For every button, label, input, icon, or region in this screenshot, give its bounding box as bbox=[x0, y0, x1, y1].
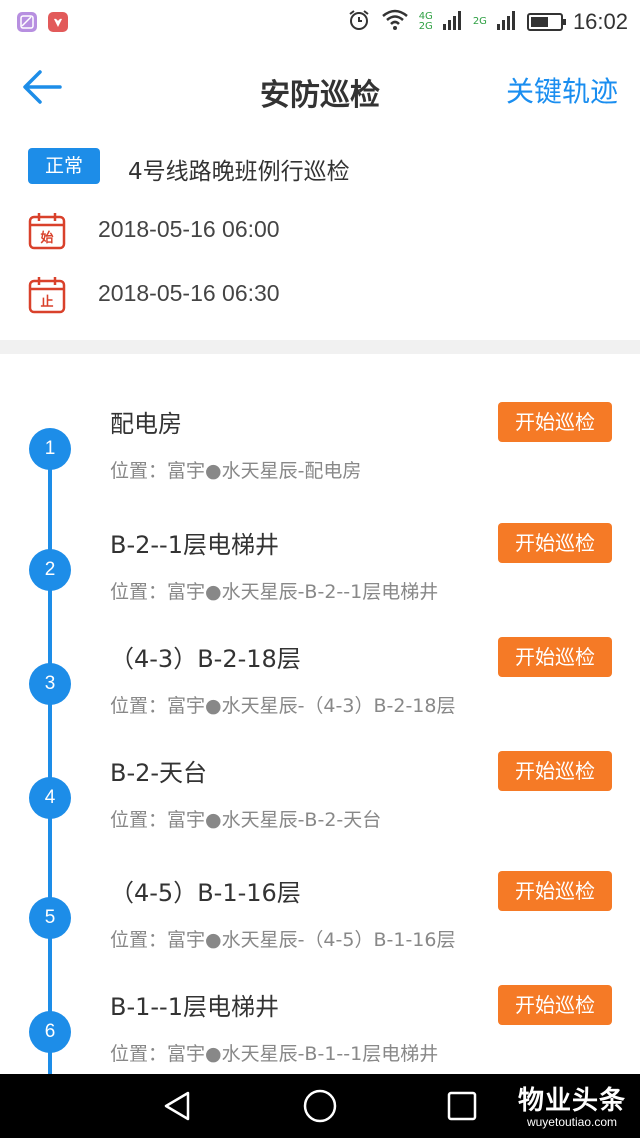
checkpoint-name: B-2--1层电梯井 bbox=[110, 531, 279, 559]
network-label-2g-alt: 2G bbox=[472, 16, 487, 27]
checkpoint-index: 3 bbox=[29, 663, 71, 705]
task-info: 正常 4号线路晚班例行巡检 始 2018-05-16 06:00 止 2018-… bbox=[0, 130, 640, 340]
checkpoint-index: 4 bbox=[29, 777, 71, 819]
checkpoint-location: 位置：富宇●水天星辰-（4-5）B-1-16层 bbox=[110, 929, 456, 951]
nav-back-icon[interactable] bbox=[160, 1088, 196, 1124]
start-inspection-button[interactable]: 开始巡检 bbox=[498, 751, 612, 791]
checkpoint-item: 4 B-2-天台 位置：富宇●水天星辰-B-2-天台 开始巡检 bbox=[0, 751, 640, 867]
checkpoint-name: 配电房 bbox=[110, 410, 182, 438]
battery-icon bbox=[526, 13, 566, 31]
checkpoint-name: B-2-天台 bbox=[110, 759, 208, 787]
start-inspection-button[interactable]: 开始巡检 bbox=[498, 402, 612, 442]
section-divider bbox=[0, 340, 640, 354]
checkpoint-location: 位置：富宇●水天星辰-（4-3）B-2-18层 bbox=[110, 695, 456, 717]
checkpoint-name: B-1--1层电梯井 bbox=[110, 993, 279, 1021]
checkpoint-index: 5 bbox=[29, 897, 71, 939]
key-track-link[interactable]: 关键轨迹 bbox=[506, 70, 618, 110]
calendar-end-icon: 止 bbox=[28, 277, 66, 314]
end-time: 2018-05-16 06:30 bbox=[98, 280, 280, 306]
checkpoint-location: 位置：富宇●水天星辰-配电房 bbox=[110, 460, 362, 482]
checkpoint-list[interactable]: 1 配电房 位置：富宇●水天星辰-配电房 开始巡检 2 B-2--1层电梯井 位… bbox=[0, 354, 640, 1074]
watermark-main: 物业头条 bbox=[517, 1086, 626, 1116]
checkpoint-location: 位置：富宇●水天星辰-B-2-天台 bbox=[110, 809, 382, 831]
end-time-row: 止 2018-05-16 06:30 bbox=[28, 274, 628, 314]
network-label-2g: 2G bbox=[418, 21, 433, 32]
checkpoint-location: 位置：富宇●水天星辰-B-2--1层电梯井 bbox=[110, 581, 439, 603]
system-navigation-bar: 物业头条 wuyetoutiao.com bbox=[0, 1074, 640, 1138]
alarm-icon bbox=[347, 8, 371, 36]
watermark: 物业头条 wuyetoutiao.com bbox=[518, 1080, 626, 1129]
checkpoint-index: 6 bbox=[29, 1011, 71, 1053]
start-inspection-button[interactable]: 开始巡检 bbox=[498, 985, 612, 1025]
checkpoint-item: 3 （4-3）B-2-18层 位置：富宇●水天星辰-（4-3）B-2-18层 开… bbox=[0, 637, 640, 753]
nav-recent-apps-icon[interactable] bbox=[444, 1088, 480, 1124]
checkpoint-name: （4-5）B-1-16层 bbox=[110, 879, 301, 907]
checkpoint-name: （4-3）B-2-18层 bbox=[110, 645, 301, 673]
start-time-row: 始 2018-05-16 06:00 bbox=[28, 210, 628, 250]
checkpoint-item: 5 （4-5）B-1-16层 位置：富宇●水天星辰-（4-5）B-1-16层 开… bbox=[0, 871, 640, 987]
checkpoint-item: 2 B-2--1层电梯井 位置：富宇●水天星辰-B-2--1层电梯井 开始巡检 bbox=[0, 523, 640, 639]
nav-home-icon[interactable] bbox=[302, 1088, 338, 1124]
checkpoint-item: 6 B-1--1层电梯井 位置：富宇●水天星辰-B-1--1层电梯井 开始巡检 bbox=[0, 985, 640, 1074]
status-bar: 4G 2G 2G 16:02 bbox=[0, 0, 640, 44]
huawei-app-icon bbox=[48, 12, 68, 32]
calendar-end-char: 止 bbox=[40, 294, 53, 310]
checkpoint-location: 位置：富宇●水天星辰-B-1--1层电梯井 bbox=[110, 1043, 439, 1065]
calendar-start-icon: 始 bbox=[28, 213, 66, 250]
checkpoint-item: 1 配电房 位置：富宇●水天星辰-配电房 开始巡检 bbox=[0, 402, 640, 518]
start-inspection-button[interactable]: 开始巡检 bbox=[498, 523, 612, 563]
watermark-sub: wuyetoutiao.com bbox=[526, 1115, 618, 1129]
battery-fill bbox=[530, 17, 548, 27]
status-badge: 正常 bbox=[28, 148, 100, 184]
wifi-icon bbox=[381, 9, 409, 35]
signal-icon bbox=[442, 9, 463, 35]
start-inspection-button[interactable]: 开始巡检 bbox=[498, 637, 612, 677]
network-type-labels-2: 2G bbox=[473, 17, 487, 27]
start-time: 2018-05-16 06:00 bbox=[98, 216, 280, 242]
start-inspection-button[interactable]: 开始巡检 bbox=[498, 871, 612, 911]
signal-icon-2 bbox=[496, 9, 517, 35]
network-type-labels: 4G 2G bbox=[419, 12, 433, 32]
checkpoint-index: 2 bbox=[29, 549, 71, 591]
app-header: 安防巡检 关键轨迹 bbox=[0, 44, 640, 130]
gallery-app-icon bbox=[17, 12, 37, 32]
task-title: 4号线路晚班例行巡检 bbox=[128, 159, 350, 185]
checkpoint-index: 1 bbox=[29, 428, 71, 470]
clock: 16:02 bbox=[572, 9, 628, 34]
calendar-start-char: 始 bbox=[40, 230, 53, 246]
